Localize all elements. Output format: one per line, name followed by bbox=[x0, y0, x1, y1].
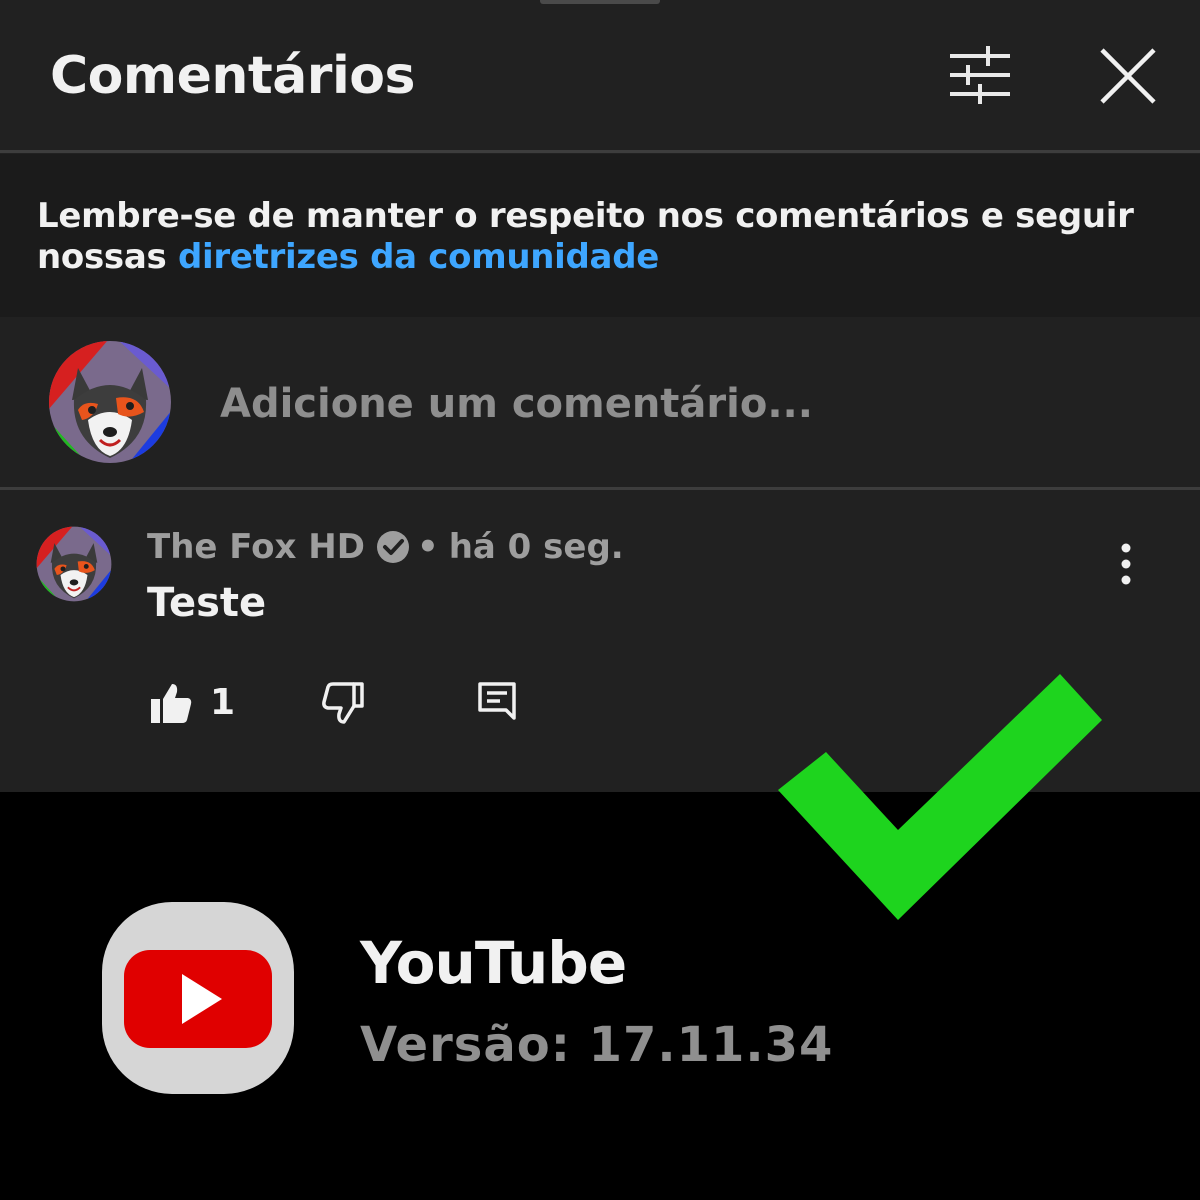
comment-author[interactable]: The Fox HD bbox=[147, 524, 365, 570]
thumbs-down-outline-icon bbox=[322, 682, 364, 724]
comment-input[interactable]: Adicione um comentário... bbox=[220, 376, 813, 432]
reply-button[interactable] bbox=[474, 678, 520, 724]
panel-title: Comentários bbox=[50, 46, 415, 106]
header-divider bbox=[0, 150, 1200, 153]
comment-text: Teste bbox=[147, 580, 267, 626]
composer-divider bbox=[0, 487, 1200, 490]
close-icon bbox=[1100, 48, 1156, 104]
like-button[interactable] bbox=[148, 680, 194, 726]
comment-author-avatar[interactable] bbox=[36, 526, 112, 602]
thumbs-up-filled-icon bbox=[151, 684, 192, 723]
app-name: YouTube bbox=[360, 929, 627, 997]
youtube-app-icon bbox=[100, 900, 296, 1096]
meta-separator: • bbox=[416, 527, 439, 567]
comment-options-button[interactable] bbox=[1106, 540, 1146, 590]
like-count: 1 bbox=[210, 682, 236, 723]
sliders-icon bbox=[950, 46, 1010, 104]
green-checkmark-icon bbox=[770, 670, 1110, 930]
reply-comment-icon bbox=[478, 682, 516, 720]
comment-time: há 0 seg. bbox=[448, 527, 624, 567]
notice-text: Lembre-se de manter o respeito nos comen… bbox=[37, 196, 1177, 278]
fox-avatar-icon bbox=[36, 526, 112, 602]
filter-button[interactable] bbox=[944, 42, 1016, 108]
guidelines-link[interactable]: diretrizes da comunidade bbox=[178, 237, 659, 277]
comment-meta: The Fox HD • há 0 seg. bbox=[147, 524, 624, 570]
drag-handle[interactable] bbox=[540, 0, 660, 4]
fox-avatar-icon bbox=[49, 341, 171, 463]
dislike-button[interactable] bbox=[320, 680, 366, 726]
close-button[interactable] bbox=[1094, 42, 1162, 110]
app-version: Versão: 17.11.34 bbox=[360, 1017, 834, 1073]
verified-badge-icon bbox=[375, 529, 411, 565]
more-vertical-icon bbox=[1121, 543, 1131, 585]
user-avatar bbox=[48, 340, 172, 464]
